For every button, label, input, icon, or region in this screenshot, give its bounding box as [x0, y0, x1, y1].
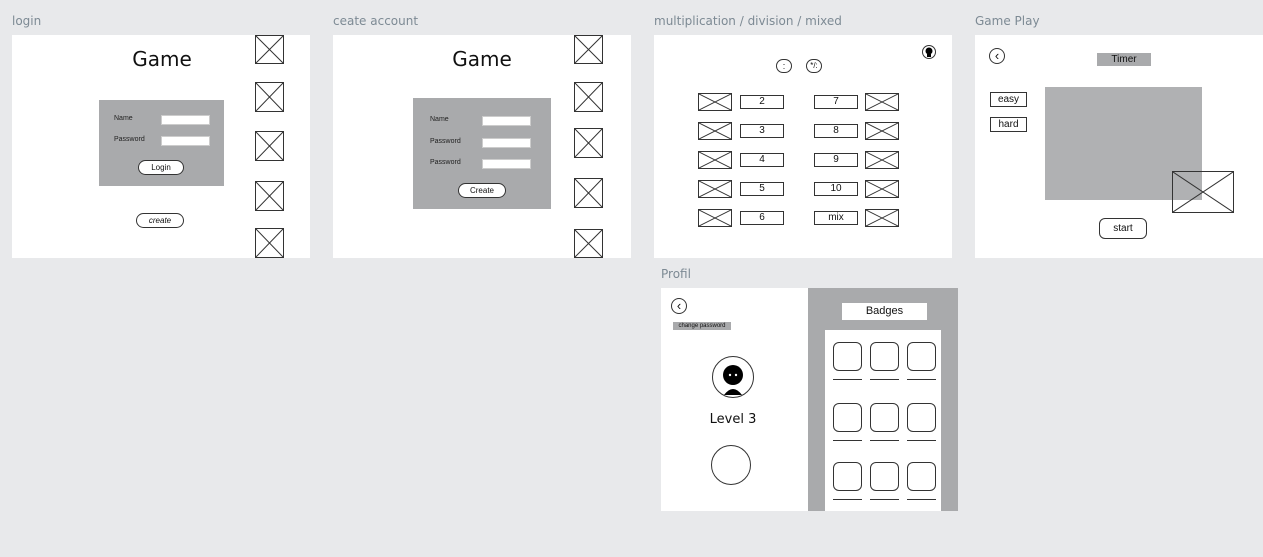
image-placeholder — [255, 131, 284, 161]
image-placeholder — [865, 122, 899, 140]
table-9-button[interactable]: 9 — [814, 153, 858, 167]
badge-slot[interactable] — [870, 462, 899, 491]
back-button[interactable]: ‹ — [989, 48, 1005, 64]
password-label: Password — [114, 136, 145, 143]
badge-slot[interactable] — [907, 403, 936, 432]
badge-underline — [907, 499, 936, 500]
profil-frame: ‹ change password Level 3 Badges — [661, 288, 958, 511]
image-placeholder — [865, 151, 899, 169]
image-placeholder — [698, 93, 732, 111]
frame-label-gameplay: Game Play — [975, 14, 1040, 28]
start-button[interactable]: start — [1099, 218, 1147, 239]
badge-slot[interactable] — [870, 403, 899, 432]
image-placeholder — [698, 180, 732, 198]
badge-underline — [870, 379, 899, 380]
mixed-mode-button[interactable]: */: — [806, 59, 822, 73]
progress-circle — [711, 445, 751, 485]
table-2-button[interactable]: 2 — [740, 95, 784, 109]
create-account-button[interactable]: Create — [458, 183, 506, 198]
password-confirm-field[interactable] — [482, 159, 531, 169]
image-placeholder — [574, 178, 603, 208]
frame-label-mult: multiplication / division / mixed — [654, 14, 842, 28]
frame-label-create: ceate account — [333, 14, 419, 28]
image-placeholder — [865, 209, 899, 227]
badge-underline — [870, 499, 899, 500]
table-4-button[interactable]: 4 — [740, 153, 784, 167]
badge-slot[interactable] — [833, 462, 862, 491]
easy-button[interactable]: easy — [990, 92, 1027, 107]
table-6-button[interactable]: 6 — [740, 211, 784, 225]
image-placeholder — [255, 82, 284, 112]
badge-slot[interactable] — [870, 342, 899, 371]
image-placeholder — [574, 82, 603, 112]
image-placeholder — [255, 35, 284, 64]
avatar — [712, 356, 754, 398]
name-field[interactable] — [161, 115, 210, 125]
frame-label-login: login — [12, 14, 42, 28]
image-placeholder — [865, 93, 899, 111]
create-panel: Name Password Password Create — [413, 98, 551, 209]
gameplay-frame: ‹ Timer easy hard start — [975, 35, 1263, 258]
password-confirm-label: Password — [430, 159, 461, 166]
name-label: Name — [114, 115, 133, 122]
image-placeholder — [865, 180, 899, 198]
create-account-frame: Game Name Password Password Create — [333, 35, 631, 258]
badges-panel: Badges — [808, 288, 958, 511]
table-7-button[interactable]: 7 — [814, 95, 858, 109]
badges-grid — [825, 330, 941, 511]
badge-underline — [870, 440, 899, 441]
badges-title: Badges — [842, 303, 927, 320]
frame-label-profil: Profil — [661, 267, 691, 281]
badge-underline — [833, 440, 862, 441]
table-8-button[interactable]: 8 — [814, 124, 858, 138]
password-label: Password — [430, 138, 461, 145]
badge-slot[interactable] — [907, 462, 936, 491]
table-3-button[interactable]: 3 — [740, 124, 784, 138]
password-field[interactable] — [482, 138, 531, 148]
login-panel: Name Password Login — [99, 100, 224, 186]
create-button[interactable]: create — [136, 213, 184, 228]
table-10-button[interactable]: 10 — [814, 182, 858, 196]
name-field[interactable] — [482, 116, 531, 126]
image-placeholder — [698, 122, 732, 140]
table-mix-button[interactable]: mix — [814, 211, 858, 225]
page-title: Game — [452, 47, 512, 71]
avatar[interactable] — [922, 45, 936, 59]
badge-underline — [907, 379, 936, 380]
page-title: Game — [132, 47, 192, 71]
change-password-button[interactable]: change password — [673, 322, 731, 330]
badge-slot[interactable] — [833, 403, 862, 432]
badge-underline — [833, 499, 862, 500]
login-button[interactable]: Login — [138, 160, 184, 175]
badge-slot[interactable] — [907, 342, 936, 371]
badge-slot[interactable] — [833, 342, 862, 371]
password-field[interactable] — [161, 136, 210, 146]
image-placeholder — [698, 151, 732, 169]
level-label: Level 3 — [709, 412, 757, 427]
image-placeholder — [255, 228, 284, 258]
name-label: Name — [430, 116, 449, 123]
image-placeholder — [698, 209, 732, 227]
image-placeholder — [574, 35, 603, 64]
table-5-button[interactable]: 5 — [740, 182, 784, 196]
image-placeholder — [1172, 171, 1234, 213]
timer-label: Timer — [1097, 53, 1151, 66]
image-placeholder — [574, 128, 603, 158]
back-button[interactable]: ‹ — [671, 298, 687, 314]
image-placeholder — [255, 181, 284, 211]
badge-underline — [907, 440, 936, 441]
image-placeholder — [574, 229, 603, 258]
mult-frame: : */: 2 7 3 8 4 9 5 10 6 mix — [654, 35, 952, 258]
login-frame: Game Name Password Login create — [12, 35, 310, 258]
division-mode-button[interactable]: : — [776, 59, 792, 73]
hard-button[interactable]: hard — [990, 117, 1027, 132]
badge-underline — [833, 379, 862, 380]
